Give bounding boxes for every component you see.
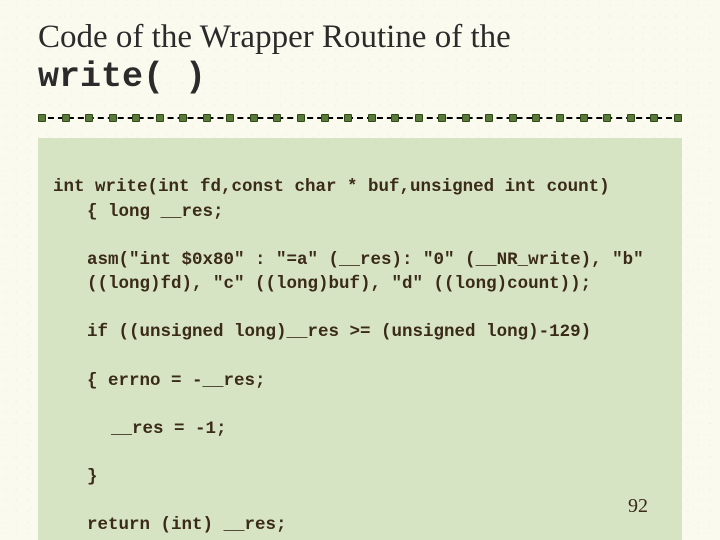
title-text: Code of the Wrapper Routine of the xyxy=(38,19,511,55)
code-line: asm("int $0x80" : "=a" (__res): "0" (__N… xyxy=(53,248,667,296)
title-separator xyxy=(38,112,682,124)
code-line: } xyxy=(53,465,667,489)
title-function-name: write( ) xyxy=(38,57,206,97)
code-line: if ((unsigned long)__res >= (unsigned lo… xyxy=(53,320,667,344)
content-area: Code of the Wrapper Routine of the write… xyxy=(0,0,720,540)
slide-title: Code of the Wrapper Routine of the write… xyxy=(38,18,682,98)
slide: Code of the Wrapper Routine of the write… xyxy=(0,0,720,540)
code-block: int write(int fd,const char * buf,unsign… xyxy=(38,138,682,540)
code-line: __res = -1; xyxy=(53,417,667,441)
code-line: return (int) __res; xyxy=(53,513,667,537)
slide-number: 92 xyxy=(628,495,648,518)
code-line: { errno = -__res; xyxy=(53,369,667,393)
separator-dashline xyxy=(38,117,682,119)
code-line: { long __res; xyxy=(53,200,667,224)
code-line: int write(int fd,const char * buf,unsign… xyxy=(53,177,610,197)
